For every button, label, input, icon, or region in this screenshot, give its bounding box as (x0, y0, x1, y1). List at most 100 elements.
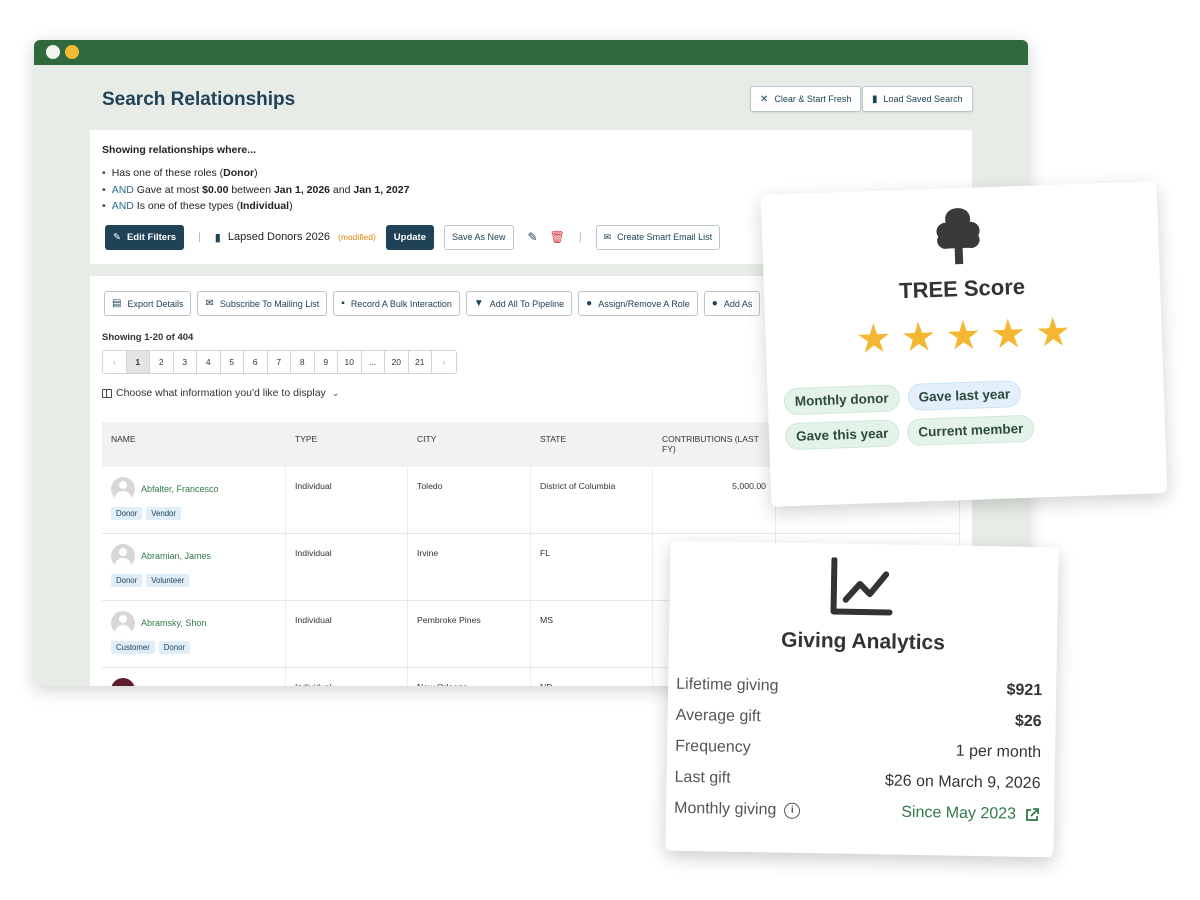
export-icon: ▤ (112, 298, 122, 309)
close-icon: ✕ (760, 93, 769, 105)
person-link[interactable]: Abfalter, Francesco (141, 484, 219, 494)
pagination: ‹ 1 2 3 4 5 6 7 8 9 10 ... 20 21 › (102, 350, 457, 374)
city-cell: New Orleans (408, 668, 531, 686)
record-bulk-interaction-button[interactable]: ▪ Record A Bulk Interaction (333, 291, 460, 316)
page-button[interactable]: 9 (314, 351, 338, 373)
page-prev-button[interactable]: ‹ (103, 351, 127, 373)
state-cell: FL (531, 534, 653, 600)
page-button[interactable]: 4 (197, 351, 221, 373)
assign-role-button[interactable]: ● Assign/Remove A Role (578, 291, 698, 316)
giving-analytics-title: Giving Analytics (780, 628, 946, 655)
column-header-contributions[interactable]: CONTRIBUTIONS (LAST FY) (653, 422, 776, 467)
note-icon: ▪ (341, 298, 345, 309)
criterion-roles: Has one of these roles (Donor) (102, 165, 409, 182)
monthly-giving-link[interactable]: Since May 2023 (901, 803, 1040, 823)
type-cell: Individual (286, 668, 408, 686)
role-tag: Donor (111, 507, 143, 520)
create-smart-email-list-button[interactable]: ✉ Create Smart Email List (595, 224, 721, 250)
chip-monthly-donor: Monthly donor (783, 384, 901, 416)
page-button[interactable]: 2 (150, 351, 174, 373)
columns-icon (102, 388, 112, 398)
results-count: Showing 1-20 of 404 (102, 332, 194, 343)
stat-label: Monthly giving i (674, 799, 801, 819)
edit-icon: ✎ (113, 231, 121, 243)
save-as-new-button[interactable]: Save As New (444, 224, 514, 250)
clear-start-fresh-button[interactable]: ✕ Clear & Start Fresh (750, 86, 862, 112)
city-cell: Pembroke Pines (408, 601, 531, 667)
person-link[interactable]: Abramsky, Shon (141, 618, 206, 628)
stat-label: Last gift (674, 768, 731, 787)
avatar (111, 477, 135, 501)
trash-icon[interactable]: 🗑 (550, 230, 565, 244)
column-header-city[interactable]: CITY (408, 422, 531, 467)
page-next-button[interactable]: › (432, 351, 456, 373)
page-button[interactable]: 5 (220, 351, 244, 373)
external-link-icon (1026, 807, 1040, 821)
page-button[interactable]: 20 (385, 351, 409, 373)
type-cell: Individual (286, 534, 408, 600)
add-as-button[interactable]: ● Add As (703, 291, 761, 316)
star-icon: ★ (944, 313, 983, 359)
bulk-actions-toolbar: ▤ Export Details ✉ Subscribe To Mailing Li… (104, 291, 761, 316)
page-button[interactable]: 3 (173, 351, 197, 373)
update-button[interactable]: Update (385, 224, 434, 250)
divider: | (578, 231, 582, 243)
person-link[interactable]: Abramian, James (141, 551, 211, 561)
star-icon: ★ (855, 316, 893, 362)
tree-score-title: TREE Score (898, 273, 1026, 304)
chip-gave-this-year: Gave this year (784, 419, 900, 451)
choose-columns-toggle[interactable]: Choose what information you'd like to di… (102, 387, 339, 399)
name-cell: Abramsky, Shon Customer Donor (102, 601, 286, 667)
subscribe-mailing-list-button[interactable]: ✉ Subscribe To Mailing List (197, 291, 328, 316)
stat-value: $26 on March 9, 2026 (884, 771, 1041, 792)
page-button[interactable]: 10 (338, 351, 362, 373)
mail-icon: ✉ (205, 298, 214, 309)
user-icon: ● (586, 298, 593, 309)
city-cell: Irvine (408, 534, 531, 600)
role-tag: Donor (111, 574, 143, 587)
stat-label: Average gift (675, 706, 761, 725)
rename-icon[interactable]: ✎ (528, 230, 538, 244)
page-button[interactable]: 6 (244, 351, 268, 373)
page-button[interactable]: 7 (267, 351, 291, 373)
criterion-gave: AND Gave at most $0.00 between Jan 1, 20… (102, 182, 410, 199)
avatar (111, 611, 135, 635)
info-icon[interactable]: i (784, 802, 801, 819)
page-ellipsis: ... (361, 351, 385, 373)
contributions-cell: 5,000.00 (653, 467, 776, 533)
state-cell: District of Columbia (531, 467, 653, 533)
column-header-state[interactable]: STATE (531, 422, 653, 467)
saved-search-name: Lapsed Donors 2026 (227, 231, 330, 243)
stat-label: Lifetime giving (676, 675, 779, 695)
edit-filters-button[interactable]: ✎ Edit Filters (105, 224, 185, 250)
star-icon: ★ (1034, 310, 1072, 356)
giving-analytics-card: Giving Analytics Lifetime giving $921 Av… (665, 540, 1059, 858)
tree-icon (925, 205, 991, 272)
stat-value: 1 per month (955, 742, 1042, 761)
divider: | (198, 231, 201, 243)
add-to-pipeline-button[interactable]: ▼ Add All To Pipeline (465, 291, 573, 316)
load-saved-search-button[interactable]: ▮ Load Saved Search (862, 86, 973, 112)
line-chart-icon (829, 556, 894, 623)
city-cell: Toledo (408, 467, 531, 533)
chevron-down-icon: ⌄ (331, 387, 340, 398)
chip-current-member: Current member (906, 414, 1035, 447)
column-header-type[interactable]: TYPE (286, 422, 408, 467)
export-details-button[interactable]: ▤ Export Details (104, 291, 192, 316)
page-button[interactable]: 21 (408, 351, 432, 373)
load-label: Load Saved Search (883, 94, 963, 104)
name-cell: Abfalter, Francesco Donor Vendor (102, 467, 286, 533)
column-header-name[interactable]: NAME (102, 422, 286, 467)
name-cell: Abramian, James Donor Volunteer (102, 534, 286, 600)
window-minimize-icon[interactable] (65, 45, 79, 59)
stat-value: $921 (1006, 681, 1043, 699)
page-button[interactable]: 1 (126, 351, 150, 373)
stat-value: $26 (1014, 712, 1042, 730)
role-tag: Vendor (146, 507, 181, 520)
state-cell: ND (531, 668, 653, 686)
bookmark-icon: ▮ (872, 93, 878, 105)
chip-gave-last-year: Gave last year (907, 380, 1022, 411)
window-dot-icon[interactable] (46, 45, 60, 59)
avatar (111, 678, 135, 686)
page-button[interactable]: 8 (291, 351, 315, 373)
